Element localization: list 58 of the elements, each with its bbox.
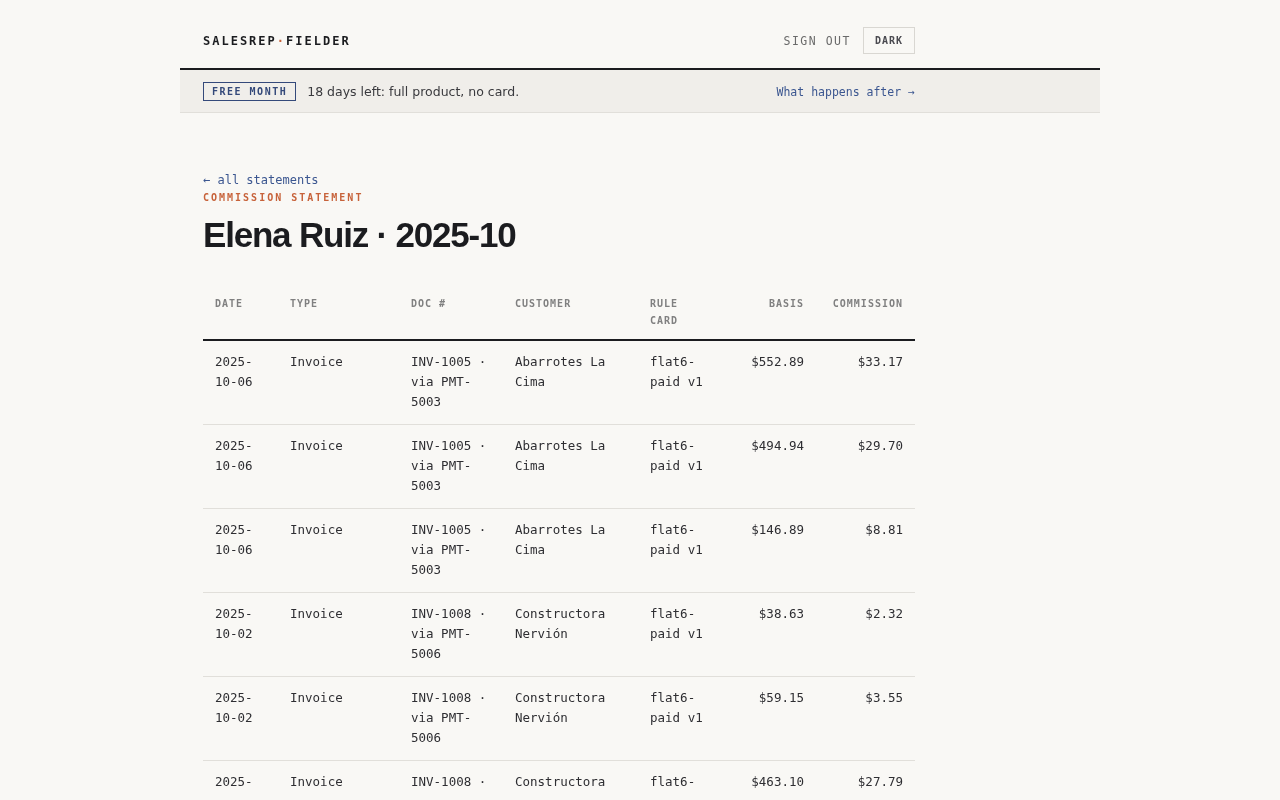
customer-cell: Abarrotes La Cima [503,340,638,425]
basis-cell: $552.89 [718,340,816,425]
doc-cell: INV-1008 · via PMT-5006 [399,676,503,761]
rule-cell: flat6-paid v1 [638,592,718,677]
rule-cell: flat6-paid v1 [638,424,718,509]
date-cell: 2025-10-06 [203,340,278,425]
type-cell: Invoice [278,340,399,425]
rule-cell: flat6-paid v1 [638,508,718,593]
doc-cell: INV-1005 · via PMT-5003 [399,424,503,509]
customer-cell: Constructora Nervión [503,676,638,761]
what-happens-link[interactable]: What happens after → [776,84,915,99]
commission-cell: $33.17 [816,340,915,425]
column-header: BASIS [718,289,816,340]
type-cell: Invoice [278,676,399,761]
date-cell: 2025-10-06 [203,424,278,509]
sign-out-link[interactable]: SIGN OUT [783,33,851,48]
customer-cell: Constructora Nervión [503,592,638,677]
commission-cell: $2.32 [816,592,915,677]
type-cell: Invoice [278,424,399,509]
trial-message: 18 days left: full product, no card. [307,84,521,99]
date-cell: 2025-10-02 [203,676,278,761]
date-cell: 2025- [203,760,278,800]
date-cell: 2025-10-06 [203,508,278,593]
basis-cell: $463.10 [718,760,816,800]
theme-button[interactable]: DARK [862,27,915,54]
type-cell: Invoice [278,592,399,677]
column-header: DATE [203,289,278,340]
page-title: Elena Ruiz · 2025-10 [203,215,517,255]
basis-cell: $146.89 [718,508,816,593]
doc-cell: INV-1005 · via PMT-5003 [399,508,503,593]
doc-cell: INV-1008 · via PMT-5006 [399,592,503,677]
type-cell: Invoice [278,508,399,593]
column-header: CUSTOMER [503,289,638,340]
column-header: COMMISSION [816,289,915,340]
column-header: TYPE [278,289,399,340]
doc-cell: INV-1008 · [399,760,503,800]
commission-cell: $29.70 [816,424,915,509]
back-link[interactable]: ← all statements [203,173,319,187]
trial-badge: FREE MONTH [203,82,297,101]
customer-cell: Abarrotes La Cima [503,424,638,509]
brand-logo: SALESREP·FIELDER [203,33,351,48]
commission-cell: $3.55 [816,676,915,761]
eyebrow-label: COMMISSION STATEMENT [203,192,365,203]
basis-cell: $38.63 [718,592,816,677]
doc-cell: INV-1005 · via PMT-5003 [399,340,503,425]
rule-cell: flat6-paid v1 [638,340,718,425]
date-cell: 2025-10-02 [203,592,278,677]
column-header: RULE CARD [638,289,718,340]
column-header: DOC # [399,289,503,340]
rule-cell: flat6-paid v1 [638,676,718,761]
basis-cell: $494.94 [718,424,816,509]
customer-cell: Constructora [503,760,638,800]
basis-cell: $59.15 [718,676,816,761]
rule-cell: flat6- [638,760,718,800]
commission-cell: $8.81 [816,508,915,593]
type-cell: Invoice [278,760,399,800]
commission-cell: $27.79 [816,760,915,800]
customer-cell: Abarrotes La Cima [503,508,638,593]
